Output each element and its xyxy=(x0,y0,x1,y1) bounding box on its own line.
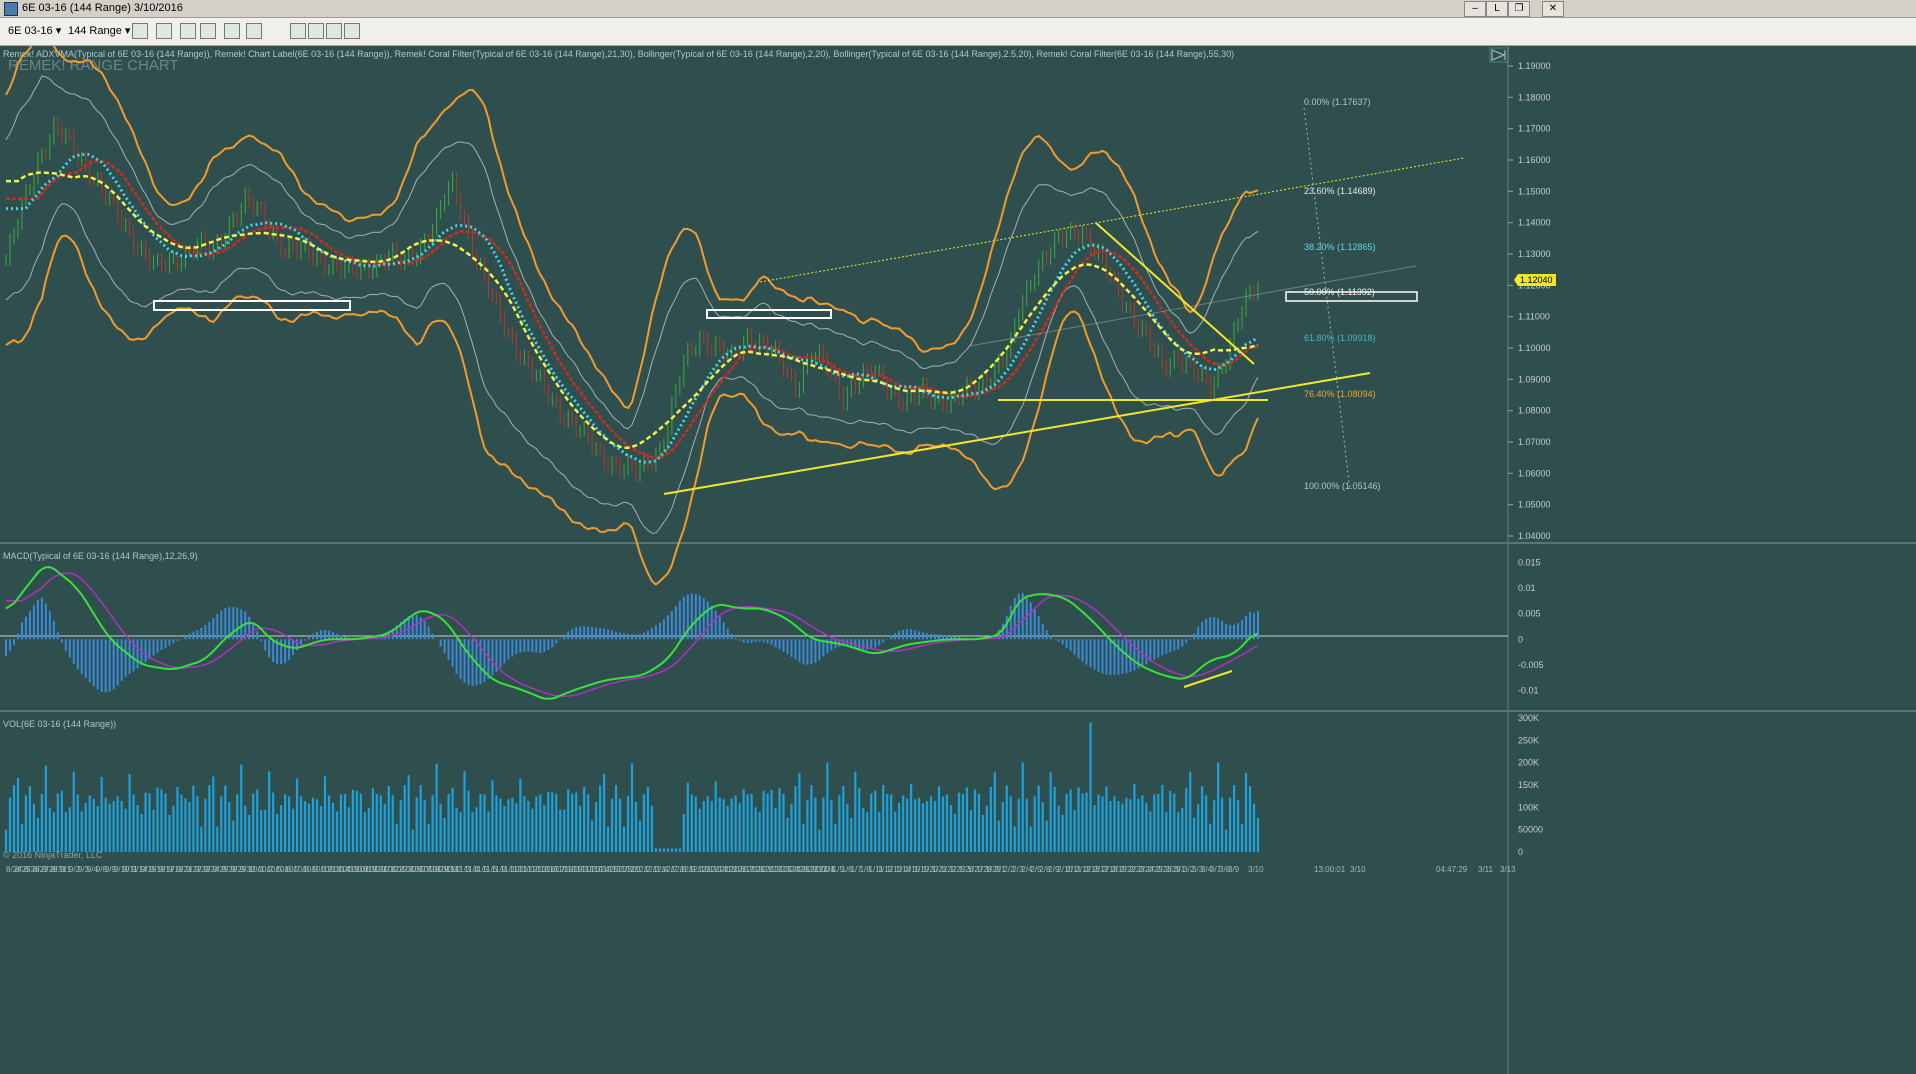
copyright-text: © 2016 NinjaTrader, LLC xyxy=(3,850,103,860)
crosshair-icon[interactable] xyxy=(224,23,240,39)
strategy-icon[interactable] xyxy=(326,23,342,39)
price-tick-label: 1.19000 xyxy=(1518,61,1551,71)
minimize-button[interactable]: – xyxy=(1464,1,1486,17)
macd-tick-label: 0.005 xyxy=(1518,609,1541,619)
price-tick-label: 1.05000 xyxy=(1518,500,1551,510)
fib-level-100: 100.00% (1.05146) xyxy=(1304,481,1381,491)
chart-canvas[interactable]: Remek! ADXVMA(Typical of 6E 03-16 (144 R… xyxy=(0,46,1916,1074)
volume-tick-label: 50000 xyxy=(1518,825,1543,835)
volume-tick-label: 150K xyxy=(1518,780,1539,790)
wand-icon[interactable] xyxy=(200,23,216,39)
volume-tick-label: 250K xyxy=(1518,735,1539,745)
zoom-icon[interactable] xyxy=(246,23,262,39)
current-price-badge: 1.12040 xyxy=(1514,274,1556,286)
window-titlebar: 6E 03-16 (144 Range) 3/10/2016 – L ❐ ✕ xyxy=(0,0,1916,18)
chart-toolbar: 6E 03-16 ▾ 144 Range ▾ xyxy=(0,18,1916,46)
window-title: 6E 03-16 (144 Range) 3/10/2016 xyxy=(22,2,183,14)
price-tick-label: 1.11000 xyxy=(1518,312,1550,322)
time-tick-label: 3/10 xyxy=(1350,865,1366,874)
macd-tick-label: 0.015 xyxy=(1518,557,1541,567)
time-tick-label: 3/13 xyxy=(1500,865,1516,874)
price-tick-label: 1.14000 xyxy=(1518,218,1551,228)
volume-tick-label: 0 xyxy=(1518,847,1523,857)
macd-indicator-legend: MACD(Typical of 6E 03-16 (144 Range),12,… xyxy=(3,551,198,561)
fib-level-23-6: 23.60% (1.14689) xyxy=(1304,186,1376,196)
data-box-icon[interactable] xyxy=(344,23,360,39)
link-button[interactable]: L xyxy=(1486,1,1508,17)
time-tick-label: 3/10 xyxy=(1248,865,1264,874)
time-tick-label: 04:47:29 xyxy=(1436,865,1468,874)
draw-tool-icon[interactable] xyxy=(156,23,172,39)
instrument-label: 6E 03-16 xyxy=(8,25,53,37)
price-tick-label: 1.07000 xyxy=(1518,437,1551,447)
macd-tick-label: -0.01 xyxy=(1518,686,1539,696)
interval-label: 144 Range xyxy=(68,25,122,37)
price-tick-label: 1.04000 xyxy=(1518,531,1551,541)
macd-tick-label: -0.005 xyxy=(1518,660,1544,670)
fib-level-38-2: 38.20% (1.12865) xyxy=(1304,242,1376,252)
chart-background xyxy=(0,46,1916,1074)
volume-tick-label: 100K xyxy=(1518,802,1539,812)
properties-icon[interactable] xyxy=(290,23,306,39)
macd-tick-label: 0 xyxy=(1518,634,1523,644)
pen-icon[interactable] xyxy=(180,23,196,39)
price-tick-label: 1.09000 xyxy=(1518,374,1551,384)
price-tick-label: 1.10000 xyxy=(1518,343,1551,353)
instrument-selector[interactable]: 6E 03-16 ▾ xyxy=(8,22,61,40)
price-indicator-legend: Remek! ADXVMA(Typical of 6E 03-16 (144 R… xyxy=(3,49,1234,59)
fib-level-61-8: 61.80% (1.09918) xyxy=(1304,333,1376,343)
volume-indicator-legend: VOL(6E 03-16 (144 Range)) xyxy=(3,719,116,729)
restore-button[interactable]: ❐ xyxy=(1508,1,1530,17)
current-price-label: 1.12040 xyxy=(1520,275,1553,285)
price-tick-label: 1.15000 xyxy=(1518,186,1551,196)
ninjatrader-app-icon xyxy=(4,2,18,16)
volume-tick-label: 200K xyxy=(1518,758,1539,768)
price-tick-label: 1.16000 xyxy=(1518,155,1551,165)
time-tick-label: 13:00:01 xyxy=(1314,865,1346,874)
indicators-icon[interactable] xyxy=(308,23,324,39)
fib-level-76-4: 76.40% (1.08094) xyxy=(1304,389,1376,399)
close-button[interactable]: ✕ xyxy=(1542,1,1564,17)
macd-tick-label: 0.01 xyxy=(1518,583,1536,593)
time-tick-label: 3/9 xyxy=(1228,865,1240,874)
bar-type-icon[interactable] xyxy=(132,23,148,39)
fib-level-0: 0.00% (1.17637) xyxy=(1304,97,1371,107)
fib-level-50: 50.00% (1.11392) xyxy=(1304,287,1375,297)
time-tick-label: 3/11 xyxy=(1478,865,1494,874)
price-tick-label: 1.18000 xyxy=(1518,92,1551,102)
price-tick-label: 1.06000 xyxy=(1518,468,1551,478)
volume-tick-label: 300K xyxy=(1518,713,1539,723)
price-tick-label: 1.13000 xyxy=(1518,249,1551,259)
price-tick-label: 1.08000 xyxy=(1518,406,1551,416)
interval-selector[interactable]: 144 Range ▾ xyxy=(68,22,130,40)
price-tick-label: 1.17000 xyxy=(1518,124,1551,134)
